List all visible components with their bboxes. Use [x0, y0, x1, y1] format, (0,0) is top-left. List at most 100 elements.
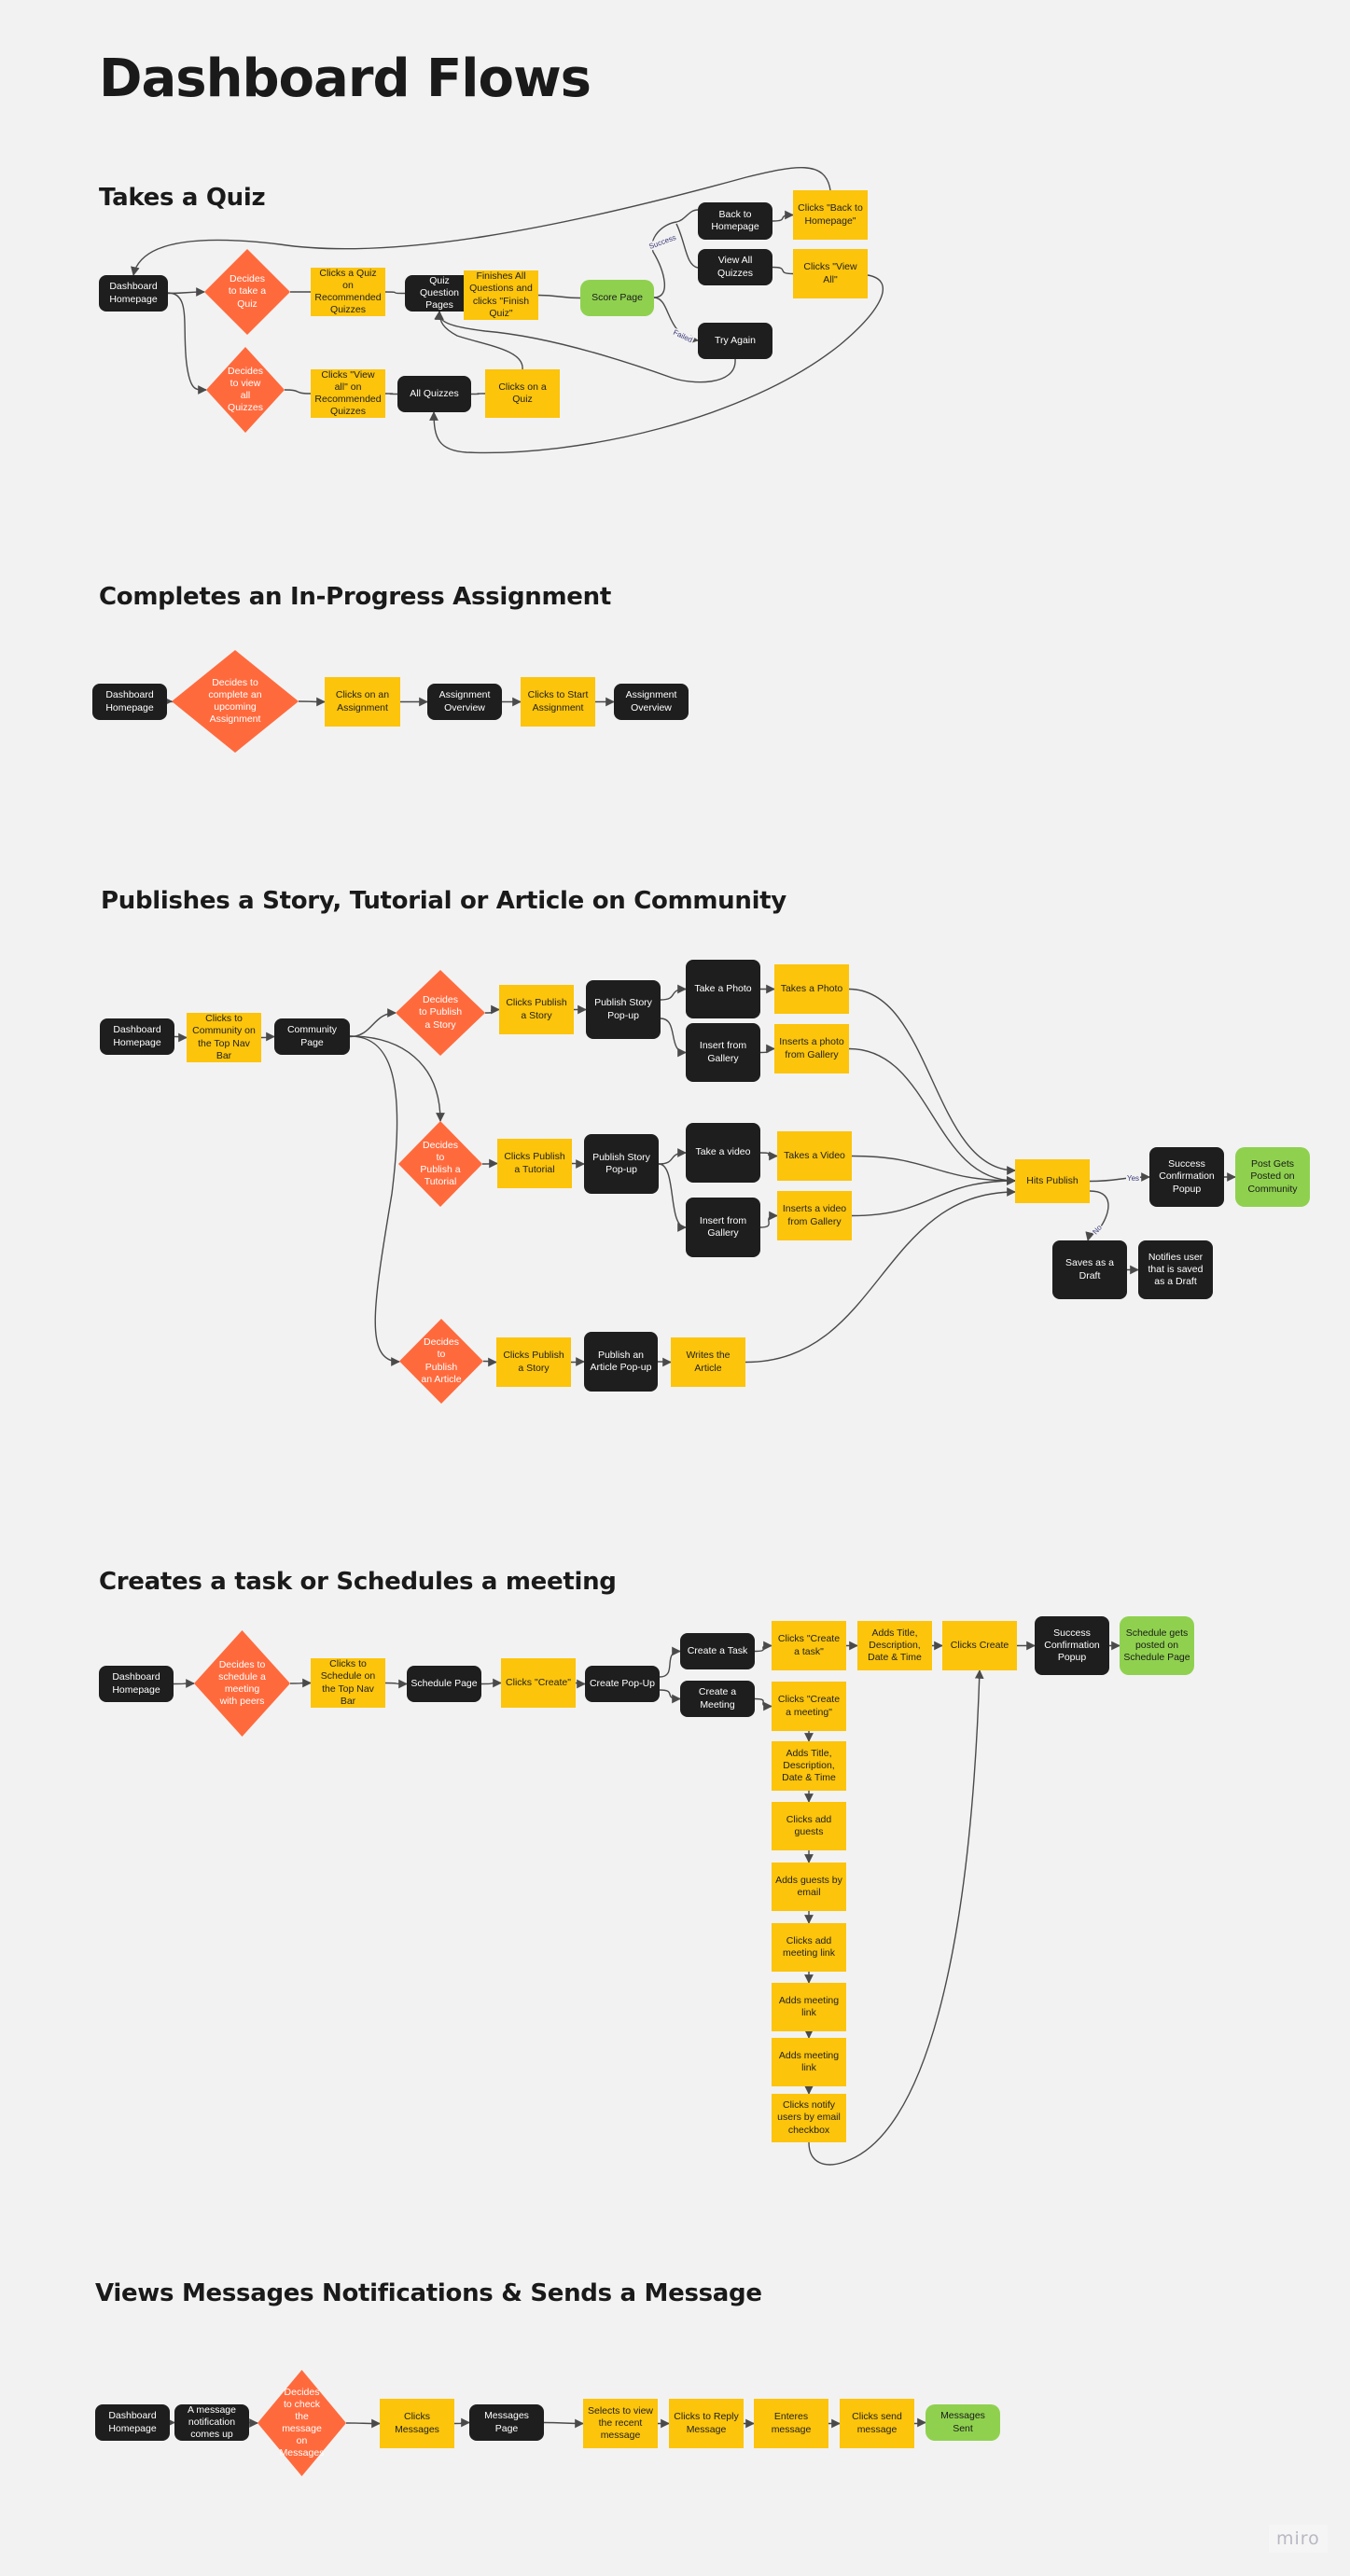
- page-title: Dashboard Flows: [99, 48, 591, 109]
- node-label: Finishes All Questions and clicks "Finis…: [469, 270, 533, 319]
- node-label: Inserts a video from Gallery: [782, 1203, 847, 1227]
- edge-schedule-sched_page-click_create: [480, 1678, 502, 1688]
- schedule-node-create-task: Create a Task: [680, 1633, 755, 1669]
- section-title-quiz: Takes a Quiz: [99, 184, 266, 212]
- edge-c-click-article-popup: [570, 1357, 585, 1366]
- quiz-node-click-back: Clicks "Back to Homepage": [793, 190, 868, 240]
- schedule-node-adds-title1: Adds Title, Description, Date & Time: [857, 1621, 932, 1670]
- edge-click-view-rec-all: [384, 393, 398, 395]
- quiz-node-click-rec: Clicks a Quiz on Recommended Quizzes: [311, 268, 385, 316]
- node-label: Score Page: [591, 291, 643, 303]
- edge-c-gallery2-inserts: [759, 1211, 778, 1228]
- node-label: Dashboard Homepage: [108, 2410, 157, 2434]
- node-label: Takes a Video: [784, 1149, 845, 1161]
- quiz-node-view-all: View All Quizzes: [698, 249, 772, 285]
- node-label: Take a video: [695, 1146, 751, 1158]
- community-node-takes-video: Takes a Video: [777, 1131, 852, 1181]
- node-label: Decides to Publish a Tutorial: [420, 1139, 461, 1188]
- schedule-node-adds-link2: Adds meeting link: [772, 2038, 846, 2086]
- edge-view-all-click: [772, 266, 794, 275]
- node-label: Selects to view the recent message: [587, 2404, 654, 2442]
- quiz-node-click-quiz: Clicks on a Quiz: [485, 369, 560, 418]
- section-title-schedule: Creates a task or Schedules a meeting: [99, 1568, 617, 1596]
- schedule-node-sched-page: Schedule Page: [407, 1666, 481, 1702]
- edge-schedule-click_sched-sched_page: [384, 1679, 408, 1689]
- schedule-node-clicks-create: Clicks Create: [942, 1621, 1017, 1670]
- edge-schedule-click_create-create_popup: [575, 1679, 586, 1689]
- node-label: Assignment Overview: [438, 689, 491, 713]
- edge-c-takes-video-publish: [851, 1155, 1016, 1185]
- edge-c-inserts-video-publish: [851, 1176, 1016, 1217]
- schedule-node-click-create: Clicks "Create": [501, 1658, 576, 1708]
- community-node-click-article: Clicks Publish a Story: [496, 1337, 571, 1387]
- community-node-comm-page: Community Page: [274, 1018, 350, 1055]
- node-label: Enteres message: [771, 2411, 812, 2435]
- community-node-notify: Notifies user that is saved as a Draft: [1138, 1240, 1213, 1299]
- edge-label-no: No: [1090, 1222, 1105, 1238]
- community-node-inserts-video: Inserts a video from Gallery: [777, 1191, 852, 1240]
- node-label: Clicks to Schedule on the Top Nav Bar: [320, 1658, 376, 1707]
- node-label: Post Gets Posted on Community: [1247, 1158, 1298, 1195]
- node-label: Saves as a Draft: [1065, 1257, 1114, 1281]
- assignment-node-home: Dashboard Homepage: [92, 684, 167, 720]
- edge-c-inserts-photo-publish: [848, 1047, 1016, 1185]
- community-node-dec-article: Decides to Publish an Article: [399, 1319, 483, 1404]
- node-label: Clicks notify users by email checkbox: [777, 2099, 841, 2136]
- node-label: Messages Page: [484, 2410, 529, 2434]
- messages-node-reply: Clicks to Reply Message: [669, 2399, 744, 2448]
- node-label: Dashboard Homepage: [112, 1671, 160, 1696]
- community-node-draft: Saves as a Draft: [1052, 1240, 1127, 1299]
- quiz-node-click-view-rec: Clicks "View all" on Recommended Quizzes: [311, 369, 385, 418]
- edge-try-again-qpages: [434, 311, 736, 383]
- community-node-click-comm: Clicks to Community on the Top Nav Bar: [187, 1013, 261, 1062]
- edge-c-gallery1-inserts: [759, 1044, 775, 1054]
- quiz-node-home: Dashboard Homepage: [99, 275, 168, 312]
- community-node-article-popup: Publish an Article Pop-up: [584, 1332, 658, 1392]
- edge-home-dec-take: [167, 287, 205, 297]
- node-label: Try Again: [715, 334, 756, 346]
- assignment-node-click: Clicks on an Assignment: [325, 677, 400, 727]
- miro-logo: miro: [1269, 2525, 1328, 2553]
- community-node-take-photo: Take a Photo: [686, 960, 760, 1018]
- community-node-insert-gallery2: Insert from Gallery: [686, 1198, 760, 1257]
- edge-c-takes-photo-publish: [848, 988, 1016, 1175]
- edge-messages-send-sent: [913, 2417, 926, 2428]
- community-node-takes-photo: Takes a Photo: [774, 964, 849, 1014]
- node-label: Create a Meeting: [698, 1686, 737, 1710]
- node-label: Insert from Gallery: [699, 1214, 747, 1239]
- section-title-community: Publishes a Story, Tutorial or Article o…: [101, 887, 786, 915]
- schedule-node-success: Success Confirmation Popup: [1035, 1616, 1109, 1675]
- community-node-take-video: Take a video: [686, 1123, 760, 1183]
- community-node-insert-gallery1: Insert from Gallery: [686, 1023, 760, 1082]
- node-label: Create a Task: [687, 1644, 748, 1656]
- assignment-node-dec: Decides to complete an upcoming Assignme…: [172, 650, 299, 753]
- schedule-node-posted: Schedule gets posted on Schedule Page: [1120, 1616, 1194, 1675]
- node-label: Clicks Create: [950, 1639, 1009, 1651]
- edge-c-popup-gallery1: [660, 1018, 687, 1058]
- edge-messages-dec-click_msgs: [345, 2418, 381, 2429]
- community-node-success: Success Confirmation Popup: [1149, 1147, 1224, 1207]
- edge-label-failed: Failed: [671, 327, 695, 345]
- node-label: Decides to Publish an Article: [421, 1336, 462, 1385]
- node-label: Clicks "Create a task": [777, 1633, 841, 1657]
- edge-click-rec-qpages: [384, 291, 406, 295]
- node-label: Hits Publish: [1026, 1174, 1079, 1186]
- schedule-node-click-sched: Clicks to Schedule on the Top Nav Bar: [311, 1658, 385, 1708]
- schedule-node-click-link: Clicks add meeting link: [772, 1923, 846, 1972]
- node-label: Adds Title, Description, Date & Time: [868, 1627, 922, 1664]
- node-label: Decides to view all Quizzes: [228, 365, 263, 414]
- node-label: Clicks send message: [852, 2411, 902, 2435]
- node-label: Insert from Gallery: [699, 1040, 747, 1064]
- edge-c-page-dec-story: [349, 1008, 397, 1038]
- node-label: Publish Story Pop-up: [594, 997, 652, 1021]
- edge-dec-view-click: [284, 389, 312, 395]
- messages-node-enter: Enteres message: [754, 2399, 828, 2448]
- node-label: Create Pop-Up: [589, 1677, 656, 1689]
- edge-c-tpopup-video: [658, 1148, 687, 1165]
- edge-schedule-popup-task: [659, 1646, 681, 1678]
- edge-finish-score: [537, 294, 581, 299]
- community-node-writes: Writes the Article: [671, 1337, 745, 1387]
- node-label: Publish Story Pop-up: [592, 1151, 650, 1175]
- node-label: Quiz Question Pages: [419, 274, 460, 312]
- schedule-node-add-guests: Clicks add guests: [772, 1802, 846, 1850]
